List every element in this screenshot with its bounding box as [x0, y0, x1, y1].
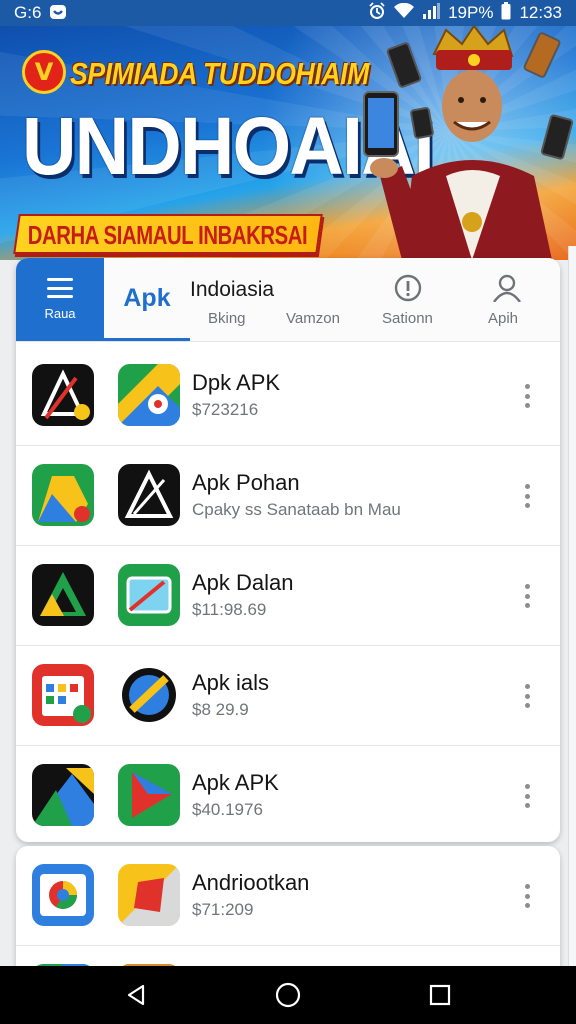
drive-blue-icon — [32, 764, 94, 826]
app-subtitle: Cpaky ss Sanataab bn Mau — [192, 500, 401, 519]
recents-button[interactable] — [420, 975, 460, 1015]
app-row[interactable]: Apk Pohan Cpaky ss Sanataab bn Mau — [16, 446, 560, 546]
bag-yellow-icon — [118, 864, 180, 926]
profile-icon[interactable] — [492, 274, 521, 303]
more-options-icon[interactable] — [524, 384, 530, 408]
play-green-icon — [118, 764, 180, 826]
chrome-blue-icon — [32, 864, 94, 926]
app-list: Dpk APK $723216 Apk Pohan Cpaky ss Sanat… — [16, 342, 560, 842]
app-subtitle: $40.1976 — [192, 800, 263, 819]
status-time-left: G:6 — [14, 3, 42, 22]
arrow-black-icon — [32, 364, 94, 426]
app-row[interactable]: Apk Dalan $11:98.69 — [16, 546, 560, 646]
app-row[interactable]: Apk ials $8 29.9 — [16, 646, 560, 746]
more-options-icon[interactable] — [524, 484, 530, 508]
picture-green-icon — [118, 564, 180, 626]
app-list-card: Raua Apk Indoiasia Bking Vamzon Sationn … — [16, 258, 560, 842]
tab-apih[interactable]: Apih — [488, 310, 518, 327]
screen: G:6 19P% 12:33 V SPIMIADA TUDDOHIAIM UND… — [0, 0, 576, 1024]
signal-icon — [422, 2, 441, 24]
app-row[interactable]: Andriootkan $71:209 — [16, 846, 560, 946]
menu-label: Raua — [44, 306, 76, 321]
tab-apk[interactable]: Apk — [104, 258, 190, 341]
more-options-icon[interactable] — [524, 884, 530, 908]
drive-green-icon — [32, 464, 94, 526]
brand-logo: V — [22, 50, 66, 94]
battery-level: 19P% — [448, 3, 494, 22]
app-title: Apk APK — [192, 770, 279, 795]
app-title: Apk ials — [192, 670, 270, 695]
app-subtitle: $11:98.69 — [192, 600, 267, 619]
more-options-icon[interactable] — [524, 684, 530, 708]
app-title: Apk Dalan — [192, 570, 294, 595]
app-list-card-second: Andriootkan $71:209 — [16, 846, 560, 986]
arrow-black-icon — [118, 464, 180, 526]
hamburger-icon — [47, 278, 73, 298]
more-options-icon[interactable] — [524, 784, 530, 808]
app-title: Apk Pohan — [192, 470, 300, 495]
app-title: Dpk APK — [192, 370, 281, 395]
info-icon[interactable] — [394, 274, 422, 302]
maps-green-icon — [118, 364, 180, 426]
status-bar: G:6 19P% 12:33 — [0, 0, 576, 26]
tab-vamzon[interactable]: Vamzon — [286, 310, 340, 327]
navigation-bar — [0, 966, 576, 1024]
drive-black-icon — [32, 564, 94, 626]
app-subtitle: $723216 — [192, 400, 259, 419]
tab-group: Indoiasia Bking Vamzon Sationn Apih — [190, 258, 560, 341]
blocked-yellow-icon — [118, 664, 180, 726]
shopkeeper-illustration — [363, 26, 552, 260]
status-right: 19P% 12:33 — [368, 1, 562, 25]
app-subtitle: $71:209 — [192, 900, 254, 919]
notification-icon — [49, 4, 67, 23]
menu-button[interactable]: Raua — [16, 258, 104, 341]
more-options-icon[interactable] — [524, 584, 530, 608]
tab-bking[interactable]: Bking — [208, 310, 246, 327]
tab-bar: Raua Apk Indoiasia Bking Vamzon Sationn … — [16, 258, 560, 342]
app-title: Andriootkan — [192, 870, 310, 895]
app-row[interactable]: Dpk APK $723216 — [16, 346, 560, 446]
banner-ribbon: DARHA SIAMAUL INBAKRSAI — [13, 214, 323, 254]
app-row[interactable]: Apk APK $40.1976 — [16, 746, 560, 842]
home-button[interactable] — [268, 975, 308, 1015]
back-icon — [127, 984, 145, 1006]
calendar-red-icon — [32, 664, 94, 726]
clock: 12:33 — [519, 3, 562, 22]
banner-headline-top: SPIMIADA TUDDOHIAIM — [70, 56, 369, 91]
battery-icon — [501, 1, 511, 25]
recents-icon — [429, 984, 451, 1006]
wifi-icon — [394, 2, 415, 24]
tab-title: Indoiasia — [190, 278, 275, 301]
scroll-edge — [568, 246, 576, 966]
alarm-icon — [368, 1, 386, 25]
status-left: G:6 — [14, 3, 67, 23]
back-button[interactable] — [116, 975, 156, 1015]
tab-sationn[interactable]: Sationn — [382, 310, 433, 327]
app-subtitle: $8 29.9 — [192, 700, 249, 719]
home-icon — [275, 982, 301, 1008]
promo-banner[interactable]: V SPIMIADA TUDDOHIAIM UNDHOAIAI DARHA SI… — [0, 26, 576, 260]
